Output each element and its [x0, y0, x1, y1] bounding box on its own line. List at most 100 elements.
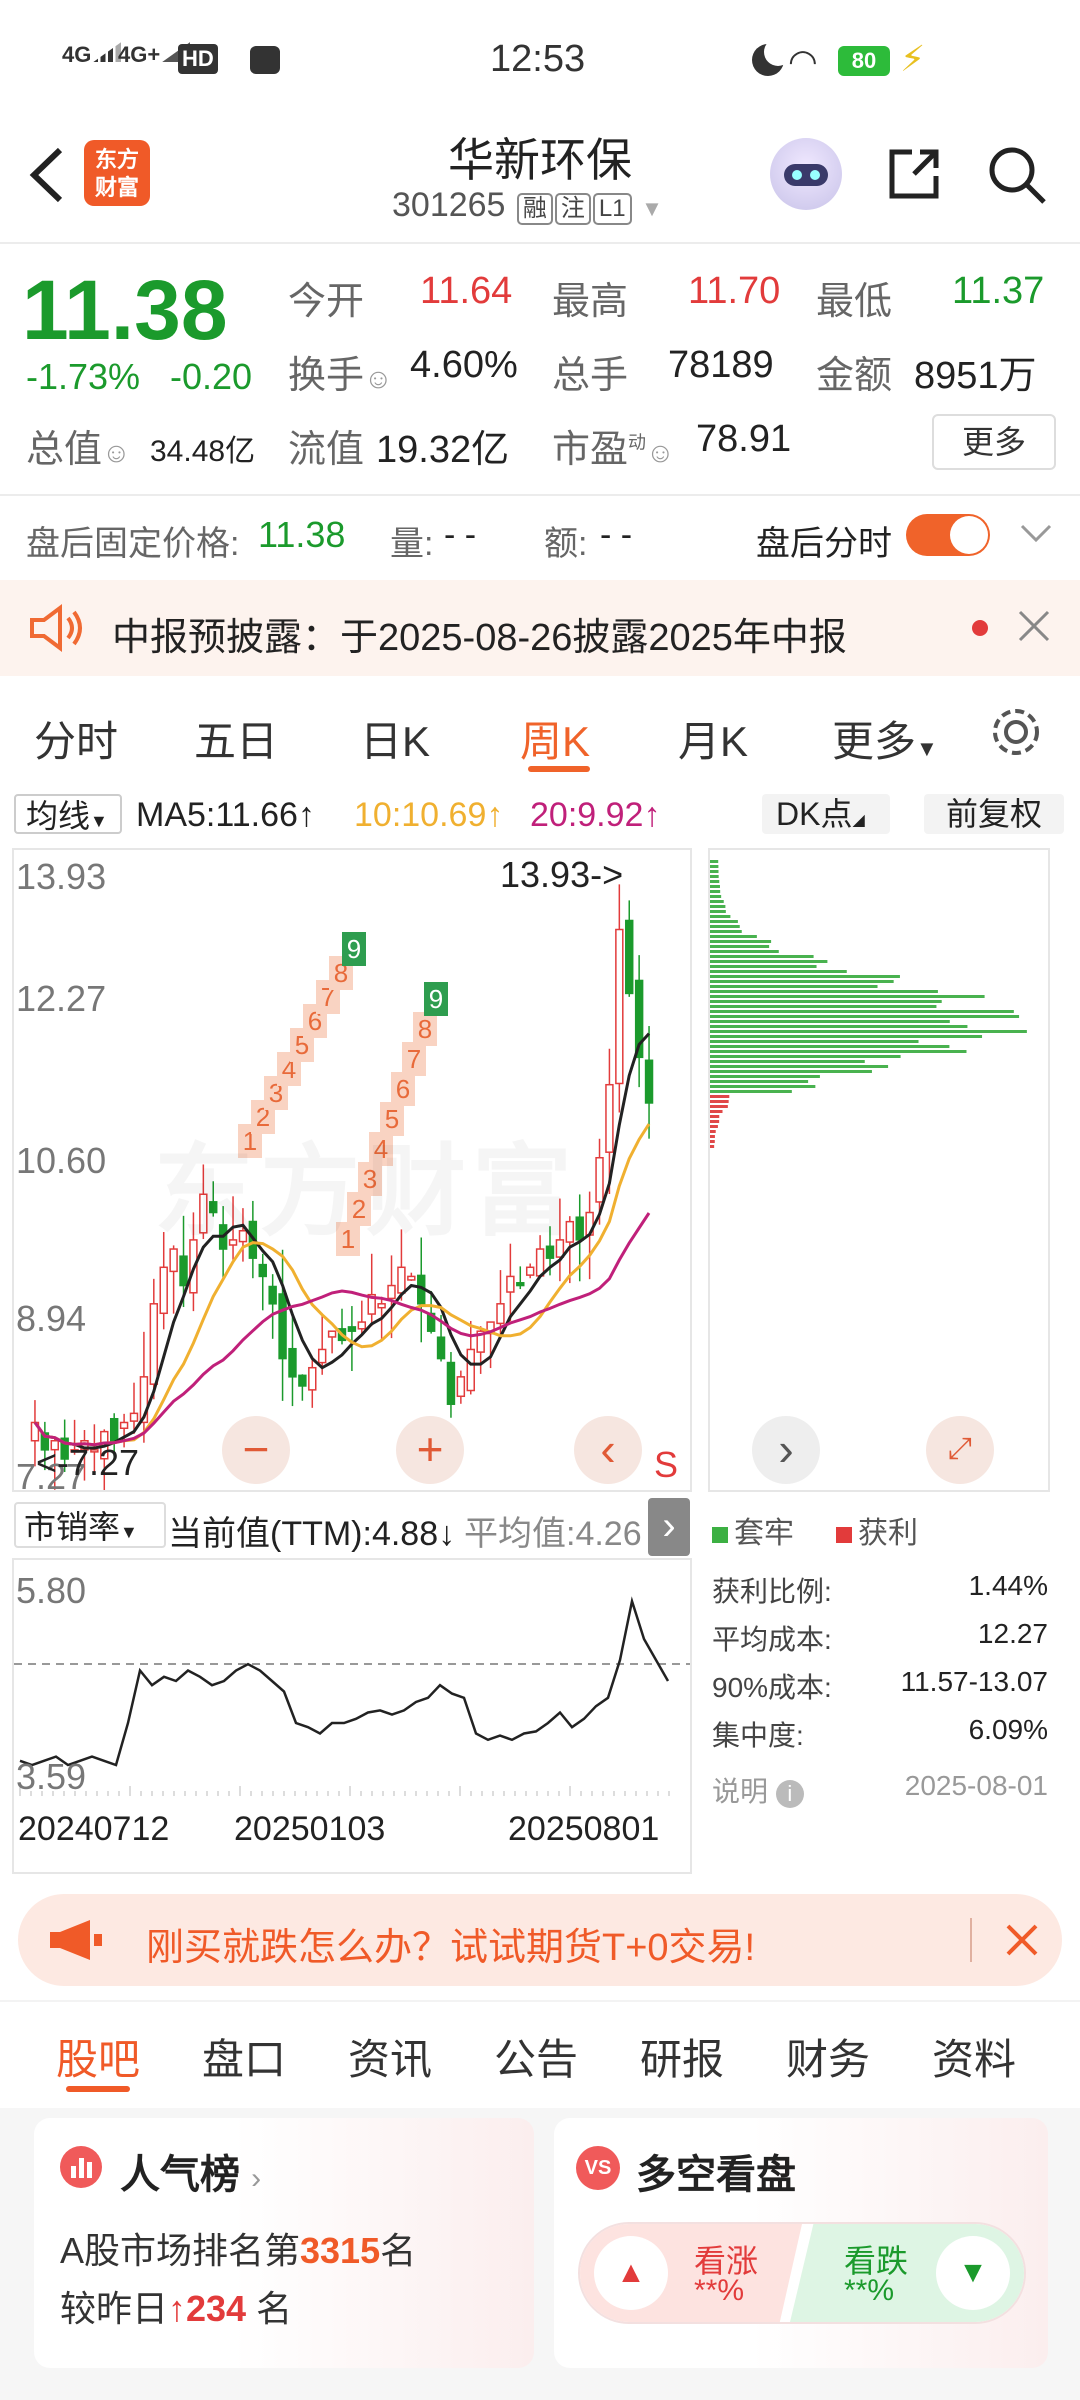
more-button[interactable]: 更多 — [932, 414, 1056, 470]
mktcap-label: 总值☺ — [26, 429, 131, 471]
candlestick — [258, 1253, 267, 1311]
close-icon[interactable] — [1004, 1922, 1040, 1958]
indicator-next-button[interactable]: › — [648, 1498, 690, 1556]
vote-bull-button[interactable]: ▲ — [594, 2236, 668, 2310]
candlestick — [308, 1357, 317, 1408]
candlestick — [506, 1243, 515, 1322]
chip-note[interactable]: 说明 i — [712, 1770, 804, 1810]
tab-finance[interactable]: 财务 — [786, 2026, 870, 2087]
chip-bar-trapped — [710, 1030, 1027, 1033]
badge-margin: 融 — [516, 193, 553, 225]
tab-five-day[interactable]: 五日 — [194, 708, 278, 769]
stock-code-row[interactable]: 301265 融注 L1 ▼ — [392, 186, 663, 225]
chip-bar-trapped — [710, 965, 817, 968]
chip-bar-trapped — [710, 900, 724, 903]
chip-bar-trapped — [710, 945, 770, 948]
change-percent: -1.73% — [26, 356, 141, 397]
candlestick — [139, 1331, 149, 1443]
high-label: 最高 — [552, 281, 629, 323]
chip-bar-trapped — [710, 890, 721, 893]
chip-bar-trapped — [710, 865, 719, 868]
ma20-label: 20:9.92↑ — [530, 796, 661, 834]
sequence-label: 9 — [347, 934, 361, 964]
kline-chart[interactable]: 东方财富 123456789123456789 13.93 12.27 10.6… — [12, 848, 692, 1492]
ma10-label: 10:10.69↑ — [354, 796, 504, 834]
vote-bear-button[interactable]: ▼ — [936, 2236, 1010, 2310]
chip-row-value: 11.57-13.07 — [900, 1666, 1048, 1697]
indicator-chart[interactable]: 5.80 3.59 20240712 20250103 20250801 — [12, 1558, 692, 1874]
share-icon[interactable] — [884, 144, 944, 209]
zoom-out-button[interactable]: − — [222, 1416, 290, 1484]
settings-icon[interactable] — [988, 704, 1044, 760]
candlestick — [278, 1249, 287, 1401]
chip-bar-profit — [710, 1125, 718, 1128]
volume-value: 78189 — [668, 344, 774, 386]
chip-bar-profit — [710, 1105, 728, 1108]
popularity-title: 人气榜 › — [120, 2153, 262, 2197]
chip-bar-trapped — [710, 985, 878, 988]
chip-bar-profit — [710, 1110, 723, 1113]
scroll-left-button[interactable]: ‹ — [574, 1416, 642, 1484]
badge-registered: 注 — [554, 193, 591, 225]
tab-more[interactable]: 更多▼ — [832, 708, 938, 769]
candlestick — [446, 1352, 456, 1418]
candlestick — [357, 1300, 367, 1335]
notice-dot — [972, 620, 988, 636]
tab-daily-k[interactable]: 日K — [360, 708, 430, 769]
close-icon[interactable] — [1016, 608, 1052, 644]
popularity-card[interactable]: 人气榜 › A股市场排名第3315名 较昨日↑234 名 — [34, 2118, 534, 2368]
ai-assistant-icon[interactable] — [770, 138, 842, 210]
active-bottom-tab-indicator — [66, 2086, 130, 2092]
turnover-value: 4.60% — [410, 344, 518, 386]
chip-bar-trapped — [710, 990, 938, 993]
badge-level: L1 — [592, 193, 632, 225]
chip-bar-trapped — [710, 980, 894, 983]
tab-monthly-k[interactable]: 月K — [678, 708, 748, 769]
candlestick — [644, 1026, 654, 1139]
chip-bar-profit — [710, 1140, 715, 1143]
chevron-down-icon[interactable] — [1014, 510, 1058, 559]
stock-code: 301265 — [392, 186, 506, 224]
float-label: 流值 — [288, 429, 365, 471]
after-hours-toggle[interactable] — [906, 514, 990, 556]
tab-profile[interactable]: 资料 — [932, 2026, 1016, 2087]
megaphone-icon — [50, 1920, 102, 1960]
ad-banner[interactable]: 刚买就跌怎么办？试试期货T+0交易! — [18, 1894, 1062, 1986]
date-label-2: 20250103 — [234, 1810, 386, 1848]
chip-bar-trapped — [710, 1085, 816, 1088]
chip-bar-profit — [710, 1145, 715, 1148]
dk-selector[interactable]: DK点◢ — [762, 794, 890, 834]
chip-bar-trapped — [710, 880, 720, 883]
expand-icon[interactable]: ⤢ — [926, 1416, 994, 1484]
vote-card[interactable]: VS 多空看盘 ▲ 看涨 **% 看跌 **% ▼ — [554, 2118, 1048, 2368]
scroll-right-button[interactable]: › — [752, 1416, 820, 1484]
sequence-label: 7 — [407, 1044, 421, 1074]
vs-icon: VS — [576, 2146, 620, 2190]
chip-bar-trapped — [710, 935, 757, 938]
search-icon[interactable] — [986, 144, 1048, 211]
tab-timeshare[interactable]: 分时 — [34, 708, 118, 769]
high-value: 11.70 — [688, 270, 781, 312]
candlestick — [486, 1321, 495, 1369]
candlestick — [169, 1245, 178, 1314]
tab-weekly-k[interactable]: 周K — [520, 708, 590, 769]
tab-research[interactable]: 研报 — [640, 2026, 724, 2087]
indicator-selector[interactable]: 市销率▼ — [14, 1502, 166, 1548]
tab-news[interactable]: 资讯 — [348, 2026, 432, 2087]
zoom-in-button[interactable]: + — [396, 1416, 464, 1484]
open-value: 11.64 — [420, 270, 513, 312]
tab-announcements[interactable]: 公告 — [494, 2026, 578, 2087]
notice-bar[interactable]: 中报预披露：于2025-08-26披露2025年中报 — [0, 580, 1080, 676]
adjust-selector[interactable]: 前复权 — [924, 794, 1064, 834]
chip-bar-trapped — [710, 950, 779, 953]
ma-selector[interactable]: 均线▼ — [14, 794, 122, 834]
chip-bar-trapped — [710, 925, 740, 928]
after-hours-volume: - - — [444, 516, 477, 554]
tab-forum[interactable]: 股吧 — [56, 2026, 140, 2087]
tab-orderbook[interactable]: 盘口 — [202, 2026, 286, 2087]
chip-bar-trapped — [710, 1090, 792, 1093]
pe-label: 市盈动☺ — [552, 429, 675, 471]
candlestick — [367, 1253, 376, 1327]
pe-value: 78.91 — [696, 418, 792, 460]
chip-distribution[interactable]: › ⤢ — [708, 848, 1050, 1492]
